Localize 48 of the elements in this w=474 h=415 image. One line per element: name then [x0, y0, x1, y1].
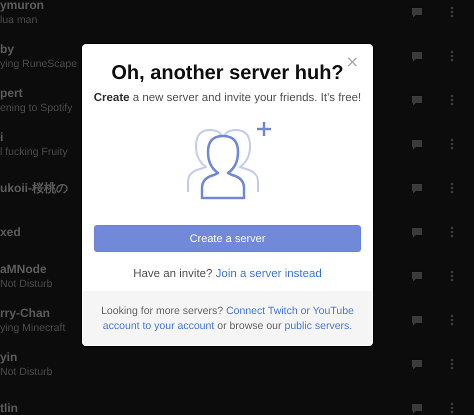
invite-text: Have an invite?: [133, 268, 212, 280]
more-icon[interactable]: [450, 358, 454, 370]
chat-bubble-icon[interactable]: [411, 182, 423, 194]
more-icon[interactable]: [450, 50, 454, 62]
chat-bubble-icon[interactable]: [411, 138, 423, 150]
friend-name: xed: [0, 226, 21, 238]
chat-bubble-icon[interactable]: [411, 314, 423, 326]
more-icon[interactable]: [450, 138, 454, 150]
chat-bubble-icon[interactable]: [411, 226, 423, 238]
chat-bubble-icon[interactable]: [411, 50, 423, 62]
friend-name: by: [0, 42, 16, 56]
chat-bubble-icon[interactable]: [411, 94, 423, 106]
friend-status: ying Minecraft: [0, 322, 66, 334]
more-icon[interactable]: [450, 6, 454, 18]
more-icon[interactable]: [450, 226, 454, 238]
chat-bubble-icon[interactable]: [411, 358, 423, 370]
more-icon[interactable]: [450, 402, 454, 414]
chat-bubble-icon[interactable]: [411, 402, 423, 414]
footer-link[interactable]: public servers.: [284, 320, 352, 332]
friend-name: i: [0, 130, 4, 144]
friend-name: ymuron: [0, 0, 44, 12]
more-icon[interactable]: [450, 314, 454, 326]
friend-name: tlin: [0, 402, 18, 414]
friend-status: ening to Spotify: [0, 102, 72, 114]
create-server-button[interactable]: Create a server: [94, 225, 361, 252]
footer-link[interactable]: account to your account: [102, 320, 214, 332]
modal-subtitle: Create a new server and invite your friends. It's free!: [94, 92, 362, 104]
friend-name: aMNode: [0, 262, 48, 276]
footer-text: Looking for more servers?: [101, 305, 224, 317]
more-icon[interactable]: [450, 182, 454, 194]
chat-bubble-icon[interactable]: [411, 6, 423, 18]
footer-link[interactable]: Connect Twitch or YouTube: [226, 305, 354, 317]
friend-name: pert: [0, 86, 24, 100]
close-button[interactable]: ×: [344, 53, 361, 71]
footer-text: or browse our: [217, 320, 282, 332]
friend-name: rry-Chan: [0, 306, 52, 320]
friend-name: yin: [0, 350, 18, 364]
friend-name: ukoii-桜桃の: [0, 182, 68, 194]
modal-title: Oh, another server huh?: [111, 62, 344, 85]
friend-status: l fucking Fruity: [0, 146, 68, 158]
friend-status: ying RuneScape: [0, 58, 78, 70]
join-server-link[interactable]: Join a server instead: [216, 268, 322, 280]
more-icon[interactable]: [450, 270, 454, 282]
friend-status: lua man: [0, 14, 38, 26]
friend-status: Not Disturb: [0, 278, 53, 290]
more-icon[interactable]: [450, 94, 454, 106]
friend-status: Not Disturb: [0, 366, 53, 378]
chat-bubble-icon[interactable]: [411, 270, 423, 282]
